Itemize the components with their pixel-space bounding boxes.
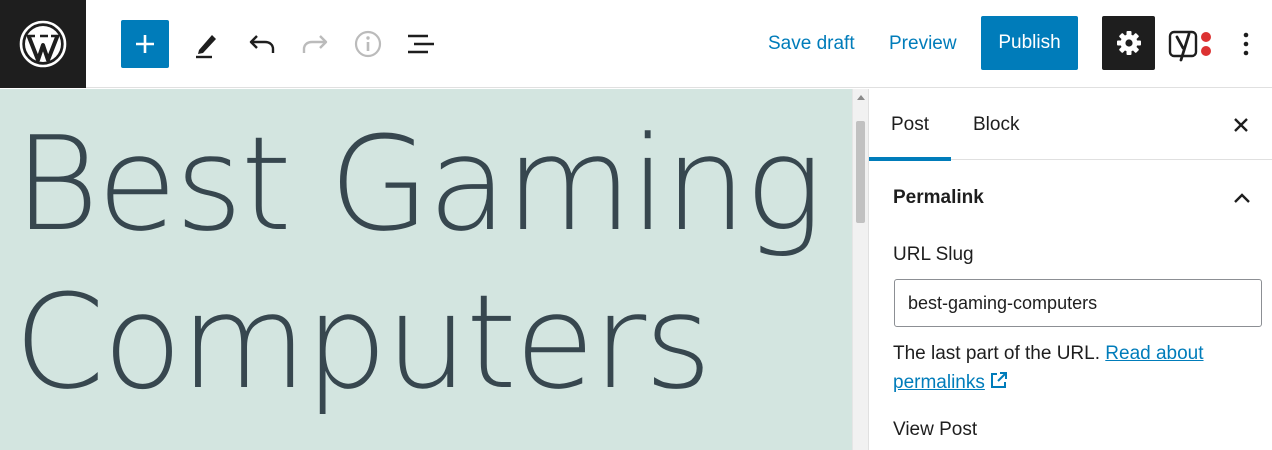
- yoast-seo-button[interactable]: [1168, 24, 1218, 64]
- sidebar-tabs: Post Block: [869, 89, 1272, 161]
- wordpress-logo-icon: [19, 20, 67, 68]
- redo-button[interactable]: [293, 20, 337, 68]
- settings-button[interactable]: [1102, 16, 1155, 70]
- panel-title: Permalink: [893, 187, 984, 208]
- more-options-button[interactable]: [1228, 20, 1264, 68]
- tools-button[interactable]: [185, 20, 229, 68]
- redo-icon: [302, 35, 328, 53]
- more-vertical-icon: [1243, 32, 1249, 56]
- list-view-button[interactable]: [399, 20, 443, 68]
- plus-icon: [136, 35, 154, 53]
- wordpress-logo-button[interactable]: [0, 0, 86, 88]
- post-title[interactable]: Best Gaming Computers: [14, 105, 844, 421]
- scroll-up-icon[interactable]: [857, 95, 865, 100]
- gear-icon: [1116, 31, 1141, 55]
- list-view-icon: [408, 34, 434, 54]
- close-sidebar-button[interactable]: [1227, 111, 1255, 139]
- tab-block[interactable]: Block: [973, 89, 1019, 160]
- scrollbar-thumb[interactable]: [856, 121, 865, 223]
- editor-canvas[interactable]: Best Gaming Computers: [0, 89, 852, 450]
- url-slug-label: URL Slug: [893, 244, 974, 265]
- preview-button[interactable]: Preview: [889, 20, 957, 68]
- post-title-line: Computers: [14, 266, 712, 418]
- save-draft-button[interactable]: Save draft: [768, 20, 855, 68]
- external-link-icon: [989, 370, 1009, 399]
- editor-scrollbar[interactable]: [852, 89, 868, 450]
- undo-button[interactable]: [240, 20, 284, 68]
- chevron-up-icon: [1234, 193, 1250, 203]
- details-button[interactable]: [346, 20, 390, 68]
- close-icon: [1234, 118, 1248, 132]
- add-block-button[interactable]: [121, 20, 169, 68]
- permalink-panel-toggle[interactable]: Permalink: [869, 161, 1272, 235]
- editor-header: Save draft Preview Publish: [0, 0, 1272, 88]
- publish-button[interactable]: Publish: [981, 16, 1078, 70]
- tab-post[interactable]: Post: [869, 89, 951, 161]
- undo-icon: [249, 35, 275, 53]
- post-title-line: Best Gaming: [14, 108, 823, 260]
- view-post-label: View Post: [893, 419, 978, 440]
- collapse-panel-button[interactable]: [1227, 183, 1257, 213]
- pencil-icon: [196, 35, 216, 59]
- info-icon: [354, 30, 382, 58]
- url-slug-input[interactable]: [894, 279, 1262, 327]
- settings-sidebar: Post Block Permalink URL Slug The last p…: [868, 89, 1272, 450]
- help-text: The last part of the URL.: [893, 343, 1100, 364]
- yoast-icon: [1168, 30, 1211, 62]
- permalink-help-text: The last part of the URL. Read about perm…: [893, 339, 1263, 399]
